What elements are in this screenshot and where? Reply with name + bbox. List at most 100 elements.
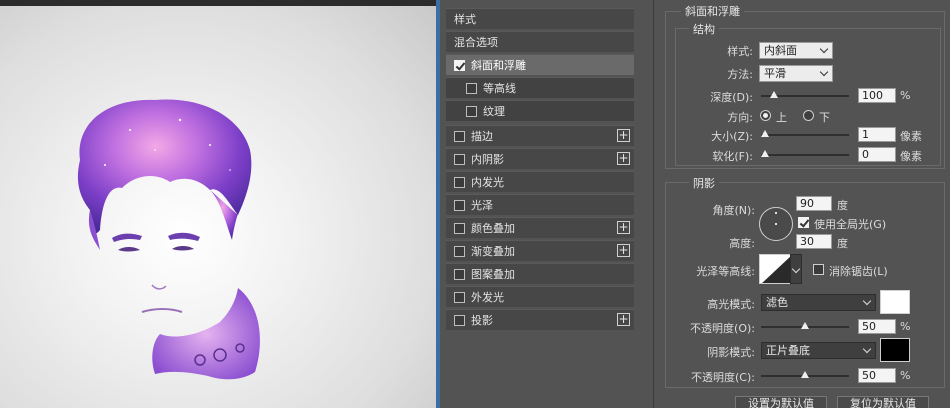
angle-dial[interactable] (759, 207, 793, 241)
style-item-stroke[interactable]: 描边 + (446, 125, 634, 146)
document-canvas[interactable] (0, 0, 436, 408)
inner-glow-checkbox[interactable] (454, 176, 465, 188)
add-inner-shadow-plus-icon[interactable]: + (617, 152, 630, 165)
use-global-light-checkbox[interactable] (798, 217, 809, 228)
style-item-label: 等高线 (483, 82, 516, 95)
soften-unit: 像素 (900, 150, 922, 163)
shadow-color-swatch[interactable] (880, 338, 910, 362)
gloss-contour-dropdown[interactable] (790, 254, 802, 284)
bevel-emboss-title: 斜面和浮雕 (681, 3, 744, 19)
inner-shadow-checkbox[interactable] (454, 153, 465, 165)
style-item-label: 光泽 (471, 199, 493, 212)
highlight-opacity-unit: % (900, 320, 911, 333)
shadow-opacity-unit: % (900, 369, 911, 382)
shadow-mode-value: 正片叠底 (766, 344, 810, 357)
chevron-down-icon (791, 264, 801, 274)
add-stroke-plus-icon[interactable]: + (617, 129, 630, 142)
size-input[interactable]: 1 (858, 127, 896, 142)
shading-title: 阴影 (689, 175, 719, 191)
highlight-mode-select[interactable]: 滤色 (761, 294, 876, 311)
add-color-overlay-plus-icon[interactable]: + (617, 221, 630, 234)
direction-down-radio[interactable] (803, 110, 814, 121)
color-overlay-checkbox[interactable] (454, 222, 465, 234)
style-item-label: 描边 (471, 130, 493, 143)
use-global-light-label: 使用全局光(G) (814, 218, 887, 231)
soften-input[interactable]: 0 (858, 147, 896, 162)
size-slider-thumb[interactable] (761, 130, 769, 137)
bevel-emboss-checkbox[interactable] (454, 59, 465, 71)
blending-options-label: 混合选项 (454, 36, 498, 49)
technique-select[interactable]: 平滑 (759, 65, 833, 82)
gradient-overlay-checkbox[interactable] (454, 245, 465, 257)
add-gradient-overlay-plus-icon[interactable]: + (617, 244, 630, 257)
altitude-label: 高度: (729, 237, 755, 250)
highlight-opacity-slider[interactable] (761, 322, 849, 329)
style-item-inner-glow[interactable]: 内发光 (446, 171, 634, 192)
pattern-overlay-checkbox[interactable] (454, 268, 465, 280)
contour-curve-icon (762, 256, 790, 283)
angle-unit: 度 (837, 199, 848, 212)
chevron-down-icon (862, 344, 872, 354)
texture-checkbox[interactable] (466, 105, 477, 117)
drop-shadow-checkbox[interactable] (454, 314, 465, 326)
direction-down-label: 下 (819, 111, 830, 124)
soften-slider[interactable] (761, 150, 849, 157)
shadow-mode-select[interactable]: 正片叠底 (761, 342, 876, 359)
shadow-mode-label: 阴影模式: (707, 346, 755, 359)
size-label: 大小(Z): (711, 130, 753, 143)
style-item-color-overlay[interactable]: 颜色叠加 + (446, 217, 634, 238)
contour-checkbox[interactable] (466, 82, 477, 94)
style-item-contour[interactable]: 等高线 (446, 77, 634, 98)
highlight-mode-value: 滤色 (766, 296, 788, 309)
highlight-mode-label: 高光模式: (707, 298, 755, 311)
shadow-opacity-slider[interactable] (761, 371, 849, 378)
style-item-bevel-emboss[interactable]: 斜面和浮雕 (446, 54, 634, 75)
style-item-inner-shadow[interactable]: 内阴影 + (446, 148, 634, 169)
direction-up-radio[interactable] (760, 110, 771, 121)
depth-label: 深度(D): (710, 91, 753, 104)
chevron-down-icon (819, 67, 829, 77)
style-label: 样式: (727, 45, 753, 58)
depth-slider[interactable] (761, 91, 849, 98)
style-item-satin[interactable]: 光泽 (446, 194, 634, 215)
bevel-emboss-options-panel: 斜面和浮雕 结构 样式: 内斜面 方法: 平滑 深度(D): 100 % 方向:… (655, 0, 950, 408)
direction-up-label: 上 (776, 111, 787, 124)
outer-glow-checkbox[interactable] (454, 291, 465, 303)
size-unit: 像素 (900, 130, 922, 143)
size-slider[interactable] (761, 130, 849, 137)
styles-header[interactable]: 样式 (446, 8, 634, 29)
shadow-opacity-label: 不透明度(C): (691, 371, 755, 384)
shadow-opacity-input[interactable]: 50 (858, 368, 896, 383)
satin-checkbox[interactable] (454, 199, 465, 211)
bevel-style-select[interactable]: 内斜面 (759, 42, 833, 59)
add-drop-shadow-plus-icon[interactable]: + (617, 313, 630, 326)
style-item-label: 外发光 (471, 291, 504, 304)
direction-label: 方向: (727, 111, 753, 124)
set-default-button[interactable]: 设置为默认值 (735, 396, 827, 408)
technique-label: 方法: (727, 68, 753, 81)
altitude-input[interactable]: 30 (796, 234, 832, 249)
style-item-texture[interactable]: 纹理 (446, 100, 634, 121)
style-item-drop-shadow[interactable]: 投影 + (446, 309, 634, 330)
gloss-contour-preview[interactable] (759, 254, 791, 284)
blending-options-item[interactable]: 混合选项 (446, 31, 634, 52)
reset-default-button[interactable]: 复位为默认值 (837, 396, 929, 408)
style-item-outer-glow[interactable]: 外发光 (446, 286, 634, 307)
soften-label: 软化(F): (712, 150, 753, 163)
chevron-down-icon (862, 296, 872, 306)
highlight-opacity-thumb[interactable] (801, 322, 809, 329)
anti-alias-checkbox[interactable] (813, 264, 824, 275)
depth-input[interactable]: 100 (858, 88, 896, 103)
style-item-pattern-overlay[interactable]: 图案叠加 (446, 263, 634, 284)
style-item-label: 渐变叠加 (471, 245, 515, 258)
shadow-opacity-thumb[interactable] (801, 371, 809, 378)
highlight-opacity-input[interactable]: 50 (858, 319, 896, 334)
highlight-color-swatch[interactable] (880, 290, 910, 314)
styles-header-label: 样式 (454, 13, 476, 26)
stroke-checkbox[interactable] (454, 130, 465, 142)
style-item-label: 内发光 (471, 176, 504, 189)
depth-slider-thumb[interactable] (770, 91, 778, 98)
style-item-gradient-overlay[interactable]: 渐变叠加 + (446, 240, 634, 261)
angle-input[interactable]: 90 (796, 196, 832, 211)
soften-slider-thumb[interactable] (761, 150, 769, 157)
